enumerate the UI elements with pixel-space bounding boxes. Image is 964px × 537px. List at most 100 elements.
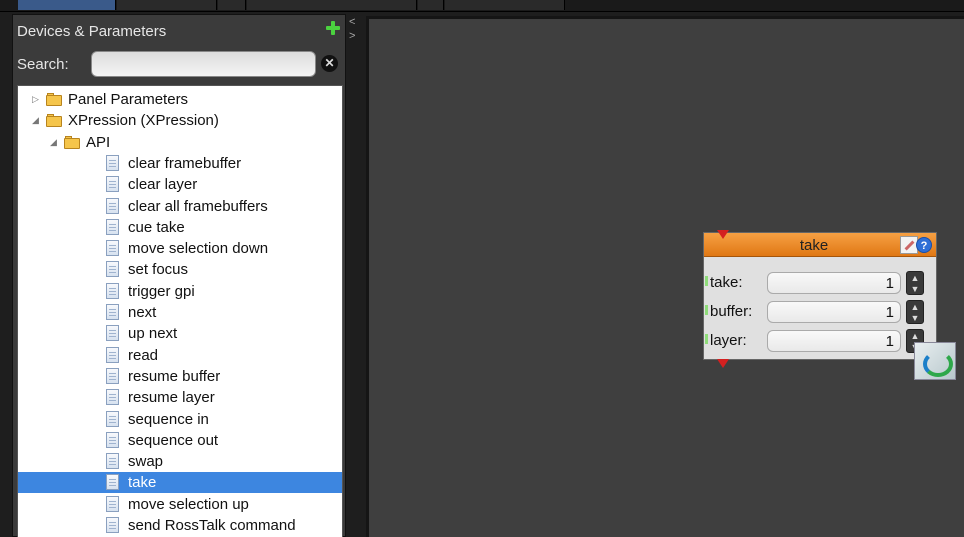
tree-item-label: clear layer bbox=[128, 176, 198, 194]
folder-icon bbox=[46, 114, 63, 128]
output-connector-icon[interactable] bbox=[717, 359, 729, 368]
tree-item-label: Panel Parameters bbox=[68, 91, 189, 108]
file-icon bbox=[106, 410, 119, 427]
tree-file-item[interactable]: resume layer bbox=[18, 387, 342, 408]
search-input[interactable] bbox=[91, 51, 316, 77]
param-pin-icon[interactable] bbox=[705, 305, 708, 315]
tree-item-label: take bbox=[128, 474, 157, 492]
tree-file-item[interactable]: swap bbox=[18, 451, 342, 472]
file-icon bbox=[106, 197, 119, 214]
tree-file-item[interactable]: trigger gpi bbox=[18, 281, 342, 302]
tree-file-item[interactable]: take bbox=[18, 472, 342, 494]
tree-file-item[interactable]: set focus bbox=[18, 259, 342, 280]
collapse-left-icon[interactable]: < bbox=[349, 16, 355, 28]
param-row-buffer: buffer: ▲ ▼ bbox=[704, 299, 936, 325]
tree-item-label: resume layer bbox=[128, 389, 215, 407]
tree-item-label: clear all framebuffers bbox=[128, 197, 268, 215]
param-label: layer: bbox=[710, 332, 747, 349]
tree-file-item[interactable]: sequence in bbox=[18, 409, 342, 430]
tree-file-item[interactable]: send RossTalk command bbox=[18, 515, 342, 536]
stepper[interactable]: ▲ ▼ bbox=[906, 271, 924, 295]
refresh-icon[interactable] bbox=[914, 342, 956, 380]
panel-title: Devices & Parameters bbox=[17, 23, 167, 40]
tab[interactable] bbox=[445, 0, 565, 10]
expand-right-icon[interactable]: > bbox=[349, 30, 355, 42]
param-row-layer: layer: ▲ ▼ bbox=[704, 328, 936, 354]
take-node[interactable]: take ? take: ▲ ▼ buffer: ▲ ▼ layer: bbox=[703, 230, 937, 368]
stepper-up-icon[interactable]: ▲ bbox=[910, 331, 920, 341]
tree-item-label: XPression (XPression) bbox=[68, 112, 219, 130]
tree-file-item[interactable]: sequence out bbox=[18, 430, 342, 451]
file-icon bbox=[106, 304, 119, 320]
param-row-take: take: ▲ ▼ bbox=[704, 270, 936, 296]
stepper-up-icon[interactable]: ▲ bbox=[910, 273, 920, 283]
input-connector-icon[interactable] bbox=[717, 230, 729, 239]
tree-folder-item[interactable]: ◢ API bbox=[18, 132, 342, 153]
tree-file-item[interactable]: read bbox=[18, 345, 342, 366]
node-title: take bbox=[799, 237, 829, 254]
tab[interactable] bbox=[418, 0, 444, 10]
tree-item-label: swap bbox=[128, 453, 164, 471]
file-icon bbox=[106, 176, 119, 193]
file-icon bbox=[106, 282, 119, 299]
file-icon bbox=[106, 346, 119, 363]
tree-file-item[interactable]: clear layer bbox=[18, 174, 342, 195]
tree-file-item[interactable]: move selection down bbox=[18, 238, 342, 259]
file-icon bbox=[106, 367, 119, 384]
tree-file-item[interactable]: up next bbox=[18, 323, 342, 344]
stepper[interactable]: ▲ ▼ bbox=[906, 300, 924, 324]
tree-file-item[interactable]: clear all framebuffers bbox=[18, 196, 342, 217]
file-icon bbox=[106, 389, 119, 406]
help-icon[interactable]: ? bbox=[916, 237, 932, 253]
clear-search-icon[interactable]: ✕ bbox=[321, 55, 338, 72]
tree-item-label: move selection down bbox=[128, 240, 269, 258]
param-value-layer[interactable] bbox=[767, 330, 901, 352]
file-icon bbox=[106, 517, 119, 533]
param-label: buffer: bbox=[710, 303, 753, 320]
stepper-down-icon[interactable]: ▼ bbox=[910, 313, 920, 323]
tree-file-item[interactable]: resume buffer bbox=[18, 366, 342, 387]
panel-splitter[interactable]: < > bbox=[346, 14, 366, 537]
tree-item-label: move selection up bbox=[128, 495, 249, 513]
file-icon bbox=[106, 240, 119, 257]
tab[interactable] bbox=[247, 0, 417, 10]
tree-folder-item[interactable]: ▷ Panel Parameters bbox=[18, 89, 342, 110]
stepper-up-icon[interactable]: ▲ bbox=[910, 302, 920, 312]
tree-item-label: read bbox=[128, 346, 159, 364]
expand-arrow-icon[interactable]: ▷ bbox=[32, 89, 42, 110]
tree-file-item[interactable]: next bbox=[18, 302, 342, 323]
tab[interactable] bbox=[117, 0, 217, 10]
node-header[interactable]: take ? bbox=[704, 233, 936, 257]
param-value-take[interactable] bbox=[767, 272, 901, 294]
tree-item-label: up next bbox=[128, 325, 178, 343]
file-icon bbox=[106, 453, 119, 470]
tree-item-label: resume buffer bbox=[128, 367, 221, 385]
tree-item-label: trigger gpi bbox=[128, 282, 195, 300]
param-value-buffer[interactable] bbox=[767, 301, 901, 323]
tree-item-label: API bbox=[86, 133, 111, 151]
add-icon[interactable] bbox=[325, 20, 341, 36]
tree-item-label: sequence out bbox=[128, 431, 219, 449]
tree-file-item[interactable]: move selection up bbox=[18, 494, 342, 515]
device-tree[interactable]: ▷ Panel Parameters ◢ XPression (XPression) ◢… bbox=[17, 85, 343, 537]
file-icon bbox=[106, 474, 119, 491]
devices-parameters-panel: Devices & Parameters Search: ✕ ▷ Panel Pa… bbox=[12, 14, 346, 537]
collapse-arrow-icon[interactable]: ◢ bbox=[32, 110, 42, 131]
file-icon bbox=[106, 218, 119, 235]
tree-item-label: clear framebuffer bbox=[128, 154, 242, 172]
tree-item-label: sequence in bbox=[128, 410, 209, 428]
file-icon bbox=[106, 431, 119, 448]
tree-folder-item[interactable]: ◢ XPression (XPression) bbox=[18, 110, 342, 131]
tree-item-label: cue take bbox=[128, 218, 185, 236]
app-window: Devices & Parameters Search: ✕ ▷ Panel Pa… bbox=[0, 0, 964, 537]
tree-file-item[interactable]: clear framebuffer bbox=[18, 153, 342, 174]
tab-active[interactable] bbox=[18, 0, 116, 10]
stepper-down-icon[interactable]: ▼ bbox=[910, 284, 920, 294]
param-pin-icon[interactable] bbox=[705, 334, 708, 344]
tab[interactable] bbox=[218, 0, 246, 10]
collapse-arrow-icon[interactable]: ◢ bbox=[50, 132, 60, 153]
param-pin-icon[interactable] bbox=[705, 276, 708, 286]
search-label: Search: bbox=[17, 56, 69, 73]
folder-icon bbox=[46, 93, 63, 106]
tree-file-item[interactable]: cue take bbox=[18, 217, 342, 238]
